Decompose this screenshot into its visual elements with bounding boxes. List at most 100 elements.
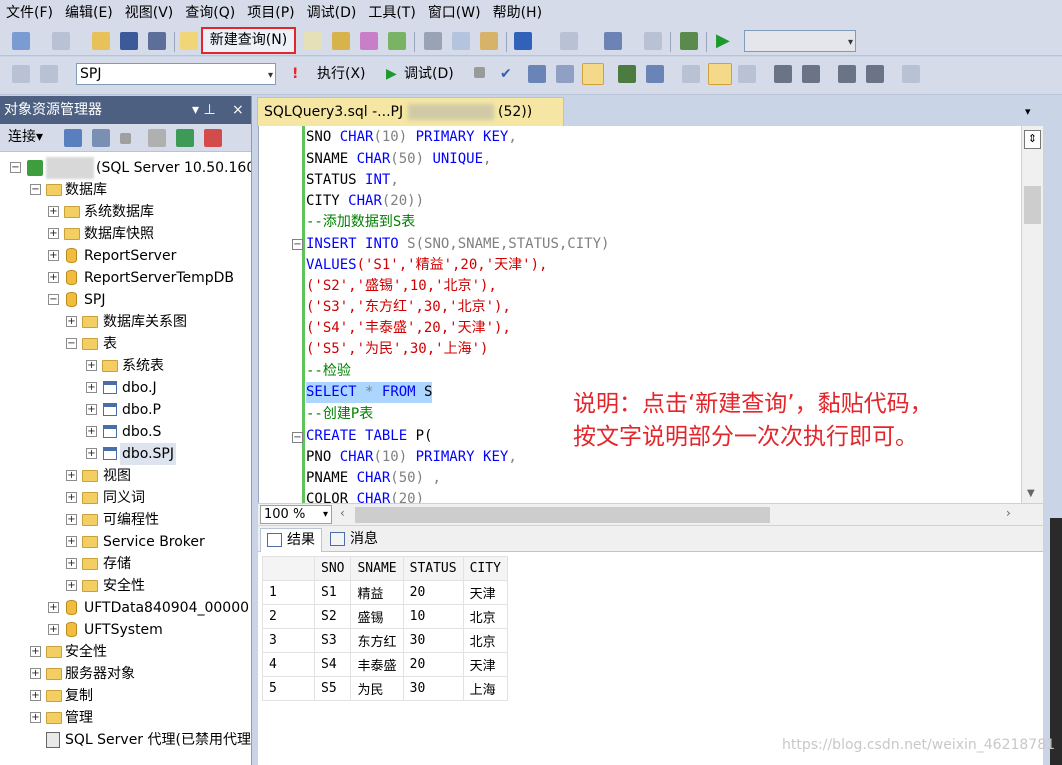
code-line: ('S2','盛锡',10,'北京'), — [306, 278, 497, 294]
menu-project[interactable]: 项目(P) — [241, 0, 300, 26]
display-plan-icon[interactable] — [528, 65, 546, 83]
results-pane: SNO SNAME STATUS CITY 1 S1 精益 20 天津 2 S2 盛锡 10 北… — [258, 552, 1043, 765]
save-icon[interactable] — [120, 32, 138, 50]
table-row[interactable]: 5 S5 为民 30 上海 — [262, 676, 508, 701]
tab-sqlquery3[interactable]: SQLQuery3.sql -...PJ (52)) — [257, 97, 564, 126]
grid-icon — [267, 533, 282, 547]
collapse-region-icon[interactable]: − — [292, 432, 303, 443]
close-icon[interactable]: × — [232, 96, 244, 124]
table-row[interactable]: 4 S4 丰泰盛 20 天津 — [262, 652, 508, 677]
code-line: SNO CHAR(10) PRIMARY KEY, — [306, 129, 517, 145]
template-params-icon[interactable] — [902, 65, 920, 83]
row-number-header — [262, 556, 315, 581]
code-line: SNAME CHAR(50) UNIQUE, — [306, 151, 492, 167]
tab-messages[interactable]: 消息 — [324, 528, 384, 552]
menu-tools[interactable]: 工具(T) — [362, 0, 421, 26]
filter-icon[interactable] — [148, 129, 166, 147]
new-project-icon[interactable] — [12, 32, 30, 50]
comment-icon[interactable] — [774, 65, 792, 83]
new-query-button[interactable]: 新建查询(N) — [201, 27, 296, 54]
execute-button[interactable]: 执行(X) — [317, 64, 366, 84]
analysis-query-icon[interactable] — [332, 32, 350, 50]
results-grid-icon[interactable] — [708, 63, 732, 85]
zoom-select[interactable]: 100 % ▾ — [260, 505, 332, 524]
cancel-query-icon[interactable] — [474, 67, 485, 78]
open-file-icon[interactable] — [92, 32, 110, 50]
menu-debug[interactable]: 调试(D) — [301, 0, 363, 26]
save-all-icon[interactable] — [148, 32, 166, 50]
copy-icon[interactable] — [452, 32, 470, 50]
increase-indent-icon[interactable] — [866, 65, 884, 83]
new-query-icon — [180, 32, 198, 50]
column-header[interactable]: STATUS — [402, 556, 464, 581]
db-engine-query-icon[interactable] — [304, 32, 322, 50]
editor-horizontal-bar: 100 % ▾ ‹ › — [258, 503, 1043, 525]
include-plan-icon[interactable] — [618, 65, 636, 83]
results-tab-strip: 结果 消息 — [258, 526, 1043, 552]
table-row[interactable]: 3 S3 东方红 30 北京 — [262, 628, 508, 653]
specify-values-icon[interactable] — [582, 63, 604, 85]
code-line-selected: SELECT * FROM S — [306, 382, 433, 403]
vertical-scroll-thumb[interactable] — [1024, 186, 1041, 224]
tree-node-server[interactable]: − (SQL Server 10.50.160 — [0, 157, 251, 179]
activity-monitor-icon[interactable] — [680, 32, 698, 50]
change-connection-icon[interactable] — [40, 65, 58, 83]
scroll-down-icon[interactable]: ▼ — [1027, 488, 1035, 499]
uncomment-icon[interactable] — [802, 65, 820, 83]
decrease-indent-icon[interactable] — [838, 65, 856, 83]
horizontal-scroll-thumb[interactable] — [355, 507, 770, 523]
debug-button[interactable]: 调试(D) — [404, 64, 454, 84]
solution-config-combo[interactable]: ▾ — [744, 30, 856, 52]
column-header[interactable]: CITY — [462, 556, 508, 581]
connect-server-icon[interactable] — [64, 129, 82, 147]
xmla-query-icon[interactable] — [388, 32, 406, 50]
results-file-icon[interactable] — [738, 65, 756, 83]
add-item-icon[interactable] — [52, 32, 70, 50]
paste-icon[interactable] — [480, 32, 498, 50]
debug-icon[interactable]: ▶ — [386, 64, 397, 84]
mdx-query-icon[interactable] — [360, 32, 378, 50]
menu-file[interactable]: 文件(F) — [0, 0, 59, 26]
menu-help[interactable]: 帮助(H) — [487, 0, 548, 26]
pin-icon[interactable]: ▾ ⊥ — [192, 96, 216, 124]
menu-query[interactable]: 查询(Q) — [179, 0, 241, 26]
connect-dropdown[interactable]: 连接▾ — [8, 127, 43, 147]
menu-view[interactable]: 视图(V) — [119, 0, 180, 26]
column-header[interactable]: SNO — [313, 556, 352, 581]
tab-list-dropdown[interactable]: ▾ — [1025, 102, 1031, 122]
table-row[interactable]: 2 S2 盛锡 10 北京 — [262, 604, 508, 629]
undo-icon[interactable] — [514, 32, 532, 50]
code-line: PNO CHAR(10) PRIMARY KEY, — [306, 449, 517, 465]
split-icon[interactable]: ⇕ — [1024, 130, 1041, 149]
navigate-icon[interactable] — [604, 32, 622, 50]
client-stats-icon[interactable] — [646, 65, 664, 83]
disconnect-icon[interactable] — [92, 129, 110, 147]
query-designer-icon[interactable] — [556, 65, 574, 83]
background-window-edge — [1050, 518, 1062, 765]
stop-icon[interactable] — [120, 133, 131, 144]
results-text-icon[interactable] — [682, 65, 700, 83]
refresh-icon[interactable] — [176, 129, 194, 147]
table-row[interactable]: 1 S1 精益 20 天津 — [262, 580, 508, 605]
parse-icon[interactable]: ✔ — [500, 64, 512, 84]
collapse-region-icon[interactable]: − — [292, 239, 303, 250]
menu-window[interactable]: 窗口(W) — [422, 0, 487, 26]
execute-icon[interactable]: ! — [292, 64, 298, 84]
menu-edit[interactable]: 编辑(E) — [59, 0, 119, 26]
start-debug-icon[interactable]: ▶ — [716, 32, 734, 50]
results-grid[interactable]: SNO SNAME STATUS CITY 1 S1 精益 20 天津 2 S2 盛锡 10 北… — [262, 556, 508, 701]
scroll-left-icon[interactable]: ‹ — [340, 506, 345, 520]
code-comment: --添加数据到S表 — [306, 214, 416, 230]
redo-icon[interactable] — [560, 32, 578, 50]
connect-icon[interactable] — [12, 65, 30, 83]
summary-icon[interactable] — [204, 129, 222, 147]
code-line: INSERT INTO S(SNO,SNAME,STATUS,CITY) — [306, 236, 610, 252]
scroll-right-icon[interactable]: › — [1006, 506, 1011, 520]
database-select[interactable]: SPJ ▾ — [76, 63, 276, 85]
standard-toolbar: 新建查询(N) ▶ ▾ — [0, 26, 1062, 56]
column-header[interactable]: SNAME — [350, 556, 404, 581]
find-icon[interactable] — [644, 32, 662, 50]
editor-vertical-scrollbar[interactable]: ⇕ ▼ — [1021, 126, 1043, 503]
tab-results[interactable]: 结果 — [260, 528, 322, 552]
cut-icon[interactable] — [424, 32, 442, 50]
